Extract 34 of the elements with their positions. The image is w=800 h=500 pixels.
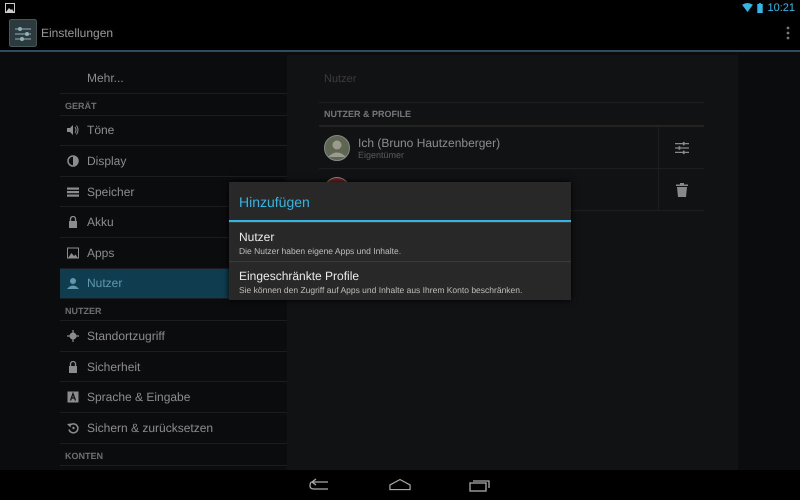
image-notification-icon [5,2,15,12]
user-role: Eigentümer [358,150,406,160]
settings-menu-item[interactable]: Display [60,146,287,177]
lock-icon [67,216,79,228]
dialog-title: Hinzufügen [229,182,571,222]
location-icon [67,330,79,342]
user-avatar [324,134,350,160]
battery-icon [757,2,764,12]
user-name: Ich (Bruno Hautzenberger) [358,136,500,150]
home-icon[interactable] [389,478,411,492]
recent-apps-icon[interactable] [469,478,491,492]
dialog-option[interactable]: Eingeschränkte Profile Sie können den Zugriff auf Apps und Inhalte aus Ihrem Konto beschränken. [229,261,571,300]
section-header: GERÄT [60,94,287,116]
trash-icon[interactable] [674,182,688,196]
list-icon [67,186,79,198]
dialog-option[interactable]: Nutzer Die Nutzer haben eigene Apps und Inhalte. [229,222,571,261]
wifi-icon [742,3,754,12]
settings-app-icon[interactable] [9,18,37,46]
letter-icon [67,391,79,404]
display-icon [67,154,79,167]
overflow-menu-icon[interactable] [786,26,790,40]
section-header: KONTEN [60,444,287,466]
speaker-icon [67,124,79,136]
clock-time: 10:21 [767,2,795,14]
sliders-icon[interactable] [674,140,688,154]
app-title: Einstellungen [41,26,114,40]
lock-icon [67,360,79,373]
settings-menu-item[interactable]: Sprache & Eingabe [60,382,287,413]
image-icon [67,246,79,259]
settings-menu-item[interactable]: Sicherheit [60,352,287,382]
person-icon [67,277,79,290]
restore-icon [67,422,79,434]
section-header: NUTZER & PROFILE [319,103,704,127]
back-icon[interactable] [309,478,331,492]
